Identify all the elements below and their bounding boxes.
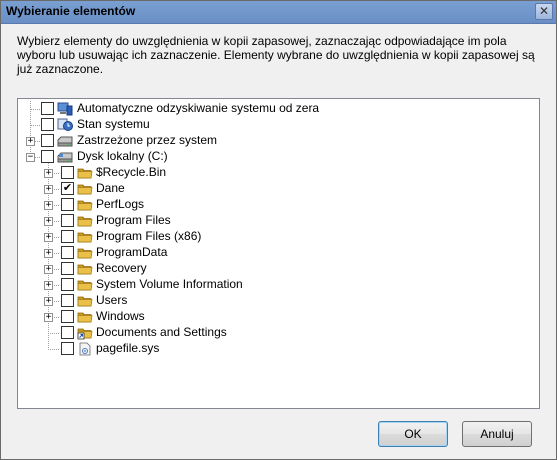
- collapse-toggle[interactable]: −: [26, 153, 35, 162]
- tree-item-label: Stan systemu: [77, 117, 150, 131]
- system-reserved-checkbox[interactable]: [41, 134, 54, 147]
- item-checkbox[interactable]: [61, 246, 74, 259]
- tree-item-pagefile-sys[interactable]: pagefile.sys: [18, 341, 539, 357]
- tree-item-label: ProgramData: [96, 245, 168, 259]
- tree-item-recycle-bin[interactable]: + $Recycle.Bin: [18, 165, 539, 181]
- expand-toggle[interactable]: +: [44, 217, 53, 226]
- folder-icon: [77, 246, 93, 260]
- folder-icon: [77, 198, 93, 212]
- bare-metal-recovery-checkbox[interactable]: [41, 102, 54, 115]
- bare-metal-recovery-icon: [57, 102, 73, 116]
- tree-item-system-volume-information[interactable]: + System Volume Information: [18, 277, 539, 293]
- expand-toggle[interactable]: +: [44, 201, 53, 210]
- tree-item-windows[interactable]: + Windows: [18, 309, 539, 325]
- folder-icon: [77, 230, 93, 244]
- tree-item-label: Program Files (x86): [96, 229, 202, 243]
- expand-toggle[interactable]: +: [44, 297, 53, 306]
- system-file-icon: [77, 342, 93, 356]
- tree-item-label: Documents and Settings: [96, 325, 227, 339]
- folder-icon: [77, 262, 93, 276]
- item-checkbox[interactable]: ✔: [61, 182, 74, 195]
- item-checkbox[interactable]: [61, 342, 74, 355]
- tree-item-label: $Recycle.Bin: [96, 165, 167, 179]
- item-checkbox[interactable]: [61, 326, 74, 339]
- folder-shortcut-icon: [77, 326, 93, 340]
- item-checkbox[interactable]: [61, 230, 74, 243]
- system-reserved-drive-icon: [57, 136, 73, 147]
- expand-toggle[interactable]: +: [26, 137, 35, 146]
- item-checkbox[interactable]: [61, 262, 74, 275]
- tree-item-label: Dysk lokalny (C:): [77, 149, 168, 163]
- tree-item-documents-and-settings[interactable]: Documents and Settings: [18, 325, 539, 341]
- folder-icon: [77, 278, 93, 292]
- tree-item-label: Users: [96, 293, 128, 307]
- expand-toggle[interactable]: +: [44, 249, 53, 258]
- folder-icon: [77, 310, 93, 324]
- expand-toggle[interactable]: +: [44, 185, 53, 194]
- item-checkbox[interactable]: [61, 198, 74, 211]
- tree-item-label: PerfLogs: [96, 197, 145, 211]
- tree-item-bare-metal-recovery[interactable]: Automatyczne odzyskiwanie systemu od zer…: [18, 101, 539, 117]
- tree-item-label: Program Files: [96, 213, 171, 227]
- tree-item-label: Automatyczne odzyskiwanie systemu od zer…: [77, 101, 320, 115]
- tree-item-local-disk-c[interactable]: − Dysk lokalny (C:): [18, 149, 539, 165]
- instructions-text: Wybierz elementy do uwzględnienia w kopi…: [17, 34, 535, 76]
- tree-item-label: Recovery: [96, 261, 147, 275]
- select-items-dialog: Wybieranie elementów ✕ Wybierz elementy …: [0, 0, 557, 460]
- tree-item-program-files[interactable]: + Program Files: [18, 213, 539, 229]
- local-disk-c-checkbox[interactable]: [41, 150, 54, 163]
- system-state-icon: [57, 118, 73, 131]
- cancel-button[interactable]: Anuluj: [462, 421, 532, 447]
- expand-toggle[interactable]: +: [44, 281, 53, 290]
- tree-item-label: System Volume Information: [96, 277, 243, 291]
- expand-toggle[interactable]: +: [44, 313, 53, 322]
- item-checkbox[interactable]: [61, 166, 74, 179]
- close-button[interactable]: ✕: [535, 3, 553, 20]
- tree-item-programdata[interactable]: + ProgramData: [18, 245, 539, 261]
- item-checkbox[interactable]: [61, 278, 74, 291]
- tree-item-system-reserved[interactable]: + Zastrzeżone przez system: [18, 133, 539, 149]
- items-tree[interactable]: Automatyczne odzyskiwanie systemu od zer…: [17, 98, 540, 409]
- window-title: Wybieranie elementów: [6, 4, 136, 18]
- tree-item-dane[interactable]: + ✔ Dane: [18, 181, 539, 197]
- folder-icon: [77, 214, 93, 228]
- item-checkbox[interactable]: [61, 294, 74, 307]
- tree-item-label: Dane: [96, 181, 125, 195]
- tree-item-label: Zastrzeżone przez system: [77, 133, 218, 147]
- tree-item-label: Windows: [96, 309, 145, 323]
- tree-item-label: pagefile.sys: [96, 341, 160, 355]
- tree-item-perflogs[interactable]: + PerfLogs: [18, 197, 539, 213]
- expand-toggle[interactable]: +: [44, 265, 53, 274]
- item-checkbox[interactable]: [61, 214, 74, 227]
- system-state-checkbox[interactable]: [41, 118, 54, 131]
- local-disk-icon: [57, 152, 73, 163]
- title-bar[interactable]: Wybieranie elementów ✕: [1, 1, 556, 24]
- expand-toggle[interactable]: +: [44, 169, 53, 178]
- tree-item-recovery[interactable]: + Recovery: [18, 261, 539, 277]
- tree-item-users[interactable]: + Users: [18, 293, 539, 309]
- expand-toggle[interactable]: +: [44, 233, 53, 242]
- folder-icon: [77, 294, 93, 308]
- ok-button[interactable]: OK: [378, 421, 448, 447]
- tree-item-program-files-x86[interactable]: + Program Files (x86): [18, 229, 539, 245]
- tree-item-system-state[interactable]: Stan systemu: [18, 117, 539, 133]
- folder-icon: [77, 166, 93, 180]
- item-checkbox[interactable]: [61, 310, 74, 323]
- folder-icon: [77, 182, 93, 196]
